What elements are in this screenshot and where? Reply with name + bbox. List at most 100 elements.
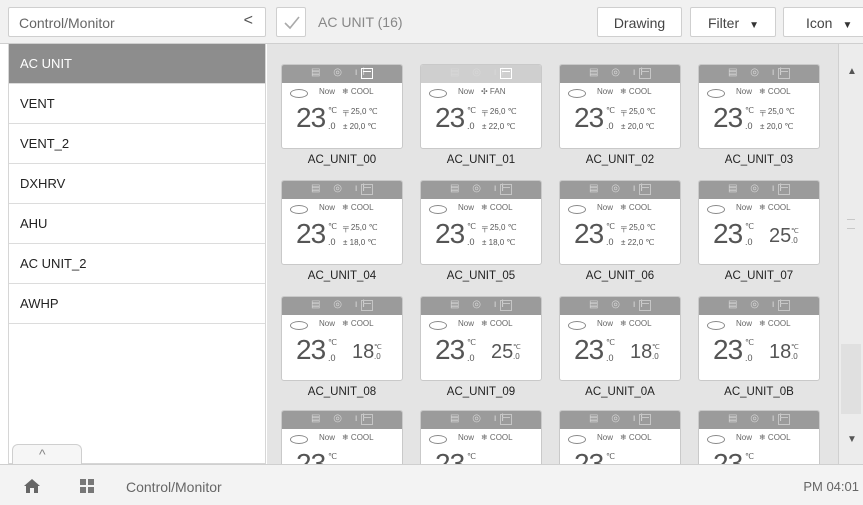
now-label: Now <box>736 203 753 212</box>
schedule-icon <box>500 68 512 79</box>
sidebar-item-ahu[interactable]: AHU <box>9 204 265 244</box>
current-temp: 23 <box>574 448 604 464</box>
sidebar-item-label: AC UNIT_2 <box>20 256 87 271</box>
unit-status-box: ▤ ◎ ıl Now ❄ COOL 23 ℃ .0 25 ℃ .0 <box>698 180 820 265</box>
unit-card-header: ▤ ◎ ıl <box>421 411 541 429</box>
current-temp: 23 <box>713 334 743 365</box>
current-temp-unit: ℃ <box>328 338 337 347</box>
schedule-icon <box>361 68 373 79</box>
sidebar-item-vent[interactable]: VENT <box>9 84 265 124</box>
unit-card[interactable]: ▤ ◎ ıl Now ✣ FAN 23 ℃ .0 ╤ 26,0 ℃ ± 22,0 ℃ AC_UN… <box>420 64 542 172</box>
current-temp: 23 <box>296 448 326 464</box>
now-label: Now <box>458 319 475 328</box>
view-mode-dropdown[interactable]: Icon ▼ <box>783 7 863 37</box>
current-temp: 23 <box>435 218 465 249</box>
sidebar-item-ac-unit[interactable]: AC UNIT <box>9 44 265 84</box>
unit-card[interactable]: ▤ ◎ ıl Now ❄ COOL 23 ℃ .0 18 ℃ .0 AC_UNIT_08 <box>281 296 403 404</box>
unit-card[interactable]: ▤ ◎ ıl Now ❄ COOL 23 ℃ .0 ╤ 25,0 ℃ ± 22,0 ℃ AC_U… <box>559 180 681 288</box>
unit-card[interactable]: ▤ ◎ ıl Now ❄ COOL 23 ℃ .0 18 ℃ .0 AC_UNIT_0A <box>559 296 681 404</box>
filter-dropdown[interactable]: Filter ▼ <box>690 7 776 37</box>
current-temp: 23 <box>296 334 326 365</box>
unit-name: AC_UNIT_02 <box>585 154 655 166</box>
unit-card[interactable]: ▤ ◎ ıl Now ❄ COOL 23 ℃ .0 ╤ 25,0 ℃ ± 18,0 ℃ AC_U… <box>281 180 403 288</box>
setpoint-cool: ╤ 25,0 ℃ <box>482 223 517 232</box>
unit-card-header: ▤ ◎ ıl <box>421 65 541 83</box>
unit-card[interactable]: ▤ ◎ ıl Now ❄ COOL 23 ℃ <box>281 410 403 464</box>
unit-card[interactable]: ▤ ◎ ıl Now ❄ COOL 23 ℃ <box>420 410 542 464</box>
now-label: Now <box>319 433 336 442</box>
unit-name: AC_UNIT_03 <box>724 154 794 166</box>
current-temp-unit: ℃ <box>328 452 337 461</box>
unit-card-header: ▤ ◎ ıl <box>282 181 402 199</box>
selection-title: AC UNIT (16) <box>318 14 403 30</box>
sidebar-item-ac-unit-2[interactable]: AC UNIT_2 <box>9 244 265 284</box>
now-label: Now <box>458 87 475 96</box>
current-temp: 23 <box>574 218 604 249</box>
unit-card-header: ▤ ◎ ıl <box>421 297 541 315</box>
home-icon[interactable] <box>24 479 40 493</box>
check-icon <box>284 16 300 30</box>
current-temp-unit: ℃ <box>328 222 337 231</box>
unit-card-header: ▤ ◎ ıl <box>560 65 680 83</box>
select-all-checkbox[interactable] <box>276 7 306 37</box>
unit-card[interactable]: ▤ ◎ ıl Now ❄ COOL 23 ℃ .0 ╤ 25,0 ℃ ± 20,0 ℃ AC_U… <box>281 64 403 172</box>
mode-label: ❄ COOL <box>620 319 652 328</box>
setpoint-cool: ╤ 25,0 ℃ <box>760 107 795 116</box>
current-temp-decimal: .0 <box>467 237 475 247</box>
sidebar-item-dxhrv[interactable]: DXHRV <box>9 164 265 204</box>
current-temp: 23 <box>713 218 743 249</box>
unit-card-header: ▤ ◎ ıl <box>282 65 402 83</box>
back-icon[interactable]: < <box>244 12 253 30</box>
scroll-up-icon[interactable]: ▲ <box>847 66 857 77</box>
sidebar-item-vent-2[interactable]: VENT_2 <box>9 124 265 164</box>
current-temp-decimal: .0 <box>745 121 753 131</box>
unit-card[interactable]: ▤ ◎ ıl Now ❄ COOL 23 ℃ .0 25 ℃ .0 AC_UNIT_09 <box>420 296 542 404</box>
current-temp: 23 <box>296 218 326 249</box>
sidebar-item-awhp[interactable]: AWHP <box>9 284 265 324</box>
scrollbar[interactable]: ▲ ▼ <box>838 44 863 464</box>
current-temp: 23 <box>435 448 465 464</box>
unit-card[interactable]: ▤ ◎ ıl Now ❄ COOL 23 ℃ .0 25 ℃ .0 AC_UNIT_07 <box>698 180 820 288</box>
footer-title: Control/Monitor <box>126 479 222 495</box>
schedule-icon <box>639 414 651 425</box>
drawing-button[interactable]: Drawing <box>597 7 682 37</box>
unit-card[interactable]: ▤ ◎ ıl Now ❄ COOL 23 ℃ .0 ╤ 25,0 ℃ ± 18,0 ℃ AC_U… <box>420 180 542 288</box>
setpoint-temp: 25 <box>491 341 514 363</box>
unit-card[interactable]: ▤ ◎ ıl Now ❄ COOL 23 ℃ <box>559 410 681 464</box>
now-label: Now <box>597 433 614 442</box>
air-swing-icon <box>429 205 447 214</box>
drawing-label: Drawing <box>613 15 666 31</box>
current-temp-unit: ℃ <box>745 106 754 115</box>
unit-card-header: ▤ ◎ ıl <box>560 411 680 429</box>
unit-card[interactable]: ▤ ◎ ıl Now ❄ COOL 23 ℃ .0 ╤ 25,0 ℃ ± 20,0 ℃ AC_U… <box>698 64 820 172</box>
caret-down-icon: ▼ <box>842 20 853 31</box>
sidebar: AC UNIT VENT VENT_2 DXHRV AHU AC UNIT_2 … <box>8 44 266 464</box>
sidebar-collapse-tab[interactable]: ^ <box>12 444 82 466</box>
current-temp-unit: ℃ <box>467 222 476 231</box>
setpoint-cool: ╤ 25,0 ℃ <box>621 223 656 232</box>
current-temp-unit: ℃ <box>745 338 754 347</box>
setpoint-temp-unit: ℃ <box>791 228 799 235</box>
unit-name: AC_UNIT_06 <box>585 270 655 282</box>
unit-status-box: ▤ ◎ ıl Now ❄ COOL 23 ℃ .0 ╤ 25,0 ℃ ± 20,0 ℃ <box>281 64 403 149</box>
current-temp-decimal: .0 <box>745 237 753 247</box>
unit-card[interactable]: ▤ ◎ ıl Now ❄ COOL 23 ℃ .0 ╤ 25,0 ℃ ± 20,0 ℃ AC_U… <box>559 64 681 172</box>
scroll-down-icon[interactable]: ▼ <box>847 434 857 445</box>
unit-card[interactable]: ▤ ◎ ıl Now ❄ COOL 23 ℃ .0 18 ℃ .0 AC_UNIT_0B <box>698 296 820 404</box>
current-temp: 23 <box>435 102 465 133</box>
unit-name: AC_UNIT_01 <box>446 154 516 166</box>
grid-icon[interactable] <box>80 479 94 493</box>
setpoint-heat: ± 20,0 ℃ <box>343 122 377 131</box>
scroll-thumb[interactable] <box>841 344 861 414</box>
breadcrumb-box: Control/Monitor < <box>8 7 266 37</box>
sidebar-item-label: AWHP <box>20 296 59 311</box>
setpoint-cool: ╤ 25,0 ℃ <box>343 223 378 232</box>
schedule-icon <box>639 300 651 311</box>
current-temp-unit: ℃ <box>328 106 337 115</box>
unit-card[interactable]: ▤ ◎ ıl Now ❄ COOL 23 ℃ <box>698 410 820 464</box>
schedule-icon <box>361 184 373 195</box>
unit-status-box: ▤ ◎ ıl Now ❄ COOL 23 ℃ .0 18 ℃ .0 <box>281 296 403 381</box>
current-temp-decimal: .0 <box>606 237 614 247</box>
setpoint-heat: ± 20,0 ℃ <box>621 122 655 131</box>
current-temp-unit: ℃ <box>745 222 754 231</box>
